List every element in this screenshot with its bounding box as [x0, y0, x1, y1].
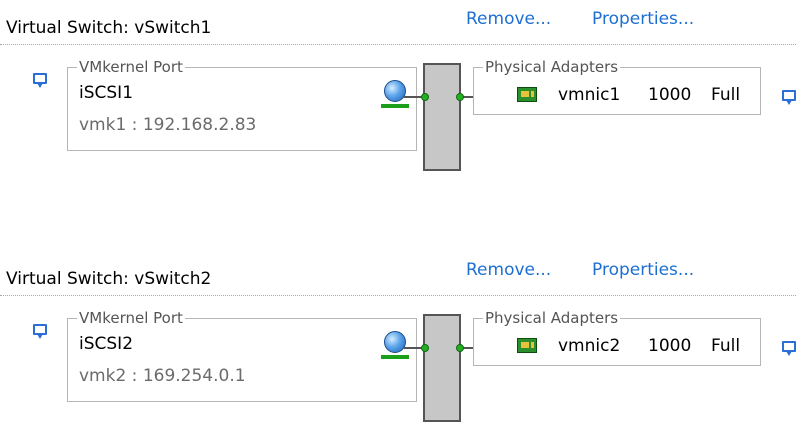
nic-speed: 1000 [648, 85, 692, 105]
network-globe-icon [384, 80, 406, 102]
properties-link[interactable]: Properties... [592, 9, 694, 29]
vswitch2-section: Virtual Switch: vSwitch2 Remove... Prope… [0, 251, 796, 422]
vmkernel-port-group[interactable]: VMkernel Port iSCSI2 vmk2 : 169.254.0.1 [67, 309, 417, 402]
port-dot-icon [456, 344, 464, 352]
physical-adapters-legend: Physical Adapters [483, 309, 621, 327]
port-dot-icon [456, 93, 464, 101]
vswitch-bar [423, 314, 461, 422]
speech-bubble-icon[interactable] [782, 341, 796, 356]
speech-bubble-icon[interactable] [782, 90, 796, 105]
nic-duplex: Full [711, 85, 741, 105]
vswitch-title: Virtual Switch: vSwitch1 [6, 18, 212, 38]
vswitch-bar [423, 63, 461, 171]
properties-link[interactable]: Properties... [592, 260, 694, 280]
vmkernel-port-legend: VMkernel Port [77, 309, 185, 327]
vmkernel-port-group[interactable]: VMkernel Port iSCSI1 vmk1 : 192.168.2.83 [67, 58, 417, 151]
port-dot-icon [421, 344, 429, 352]
speech-bubble-icon[interactable] [33, 324, 47, 339]
remove-link[interactable]: Remove... [466, 9, 551, 29]
nic-name: vmnic2 [558, 336, 621, 356]
vswitch-title: Virtual Switch: vSwitch2 [6, 269, 212, 289]
globe-base-bar [381, 104, 409, 108]
vmkernel-port-legend: VMkernel Port [77, 58, 185, 76]
port-name: iSCSI2 [79, 334, 134, 354]
section-divider [0, 44, 796, 45]
nic-card-icon [517, 338, 537, 353]
vmk-address: vmk1 : 192.168.2.83 [79, 115, 257, 135]
port-dot-icon [421, 93, 429, 101]
globe-base-bar [381, 355, 409, 359]
nic-name: vmnic1 [558, 85, 621, 105]
vmk-address: vmk2 : 169.254.0.1 [79, 366, 246, 386]
network-globe-icon [384, 331, 406, 353]
remove-link[interactable]: Remove... [466, 260, 551, 280]
nic-duplex: Full [711, 336, 741, 356]
nic-speed: 1000 [648, 336, 692, 356]
nic-card-icon [517, 87, 537, 102]
section-divider [0, 295, 796, 296]
physical-adapters-legend: Physical Adapters [483, 58, 621, 76]
speech-bubble-icon[interactable] [33, 73, 47, 88]
port-name: iSCSI1 [79, 83, 134, 103]
vswitch1-section: Virtual Switch: vSwitch1 Remove... Prope… [0, 0, 796, 171]
